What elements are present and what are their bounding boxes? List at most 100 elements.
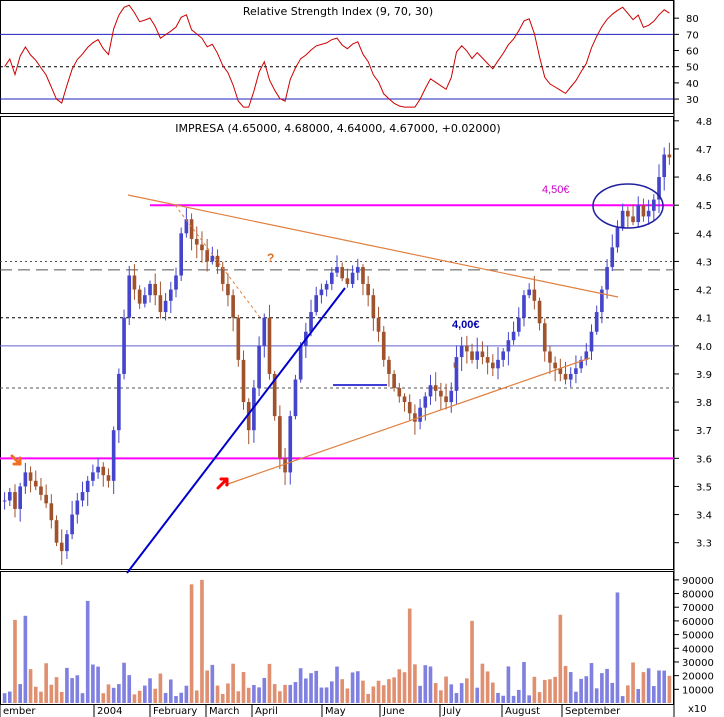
volume-bar [18, 684, 22, 703]
volume-tick-label: 60000 [682, 617, 714, 628]
candle-body [594, 312, 599, 332]
volume-bar [39, 691, 43, 703]
volume-bar [314, 670, 319, 703]
volume-bar [418, 685, 422, 703]
volume-bar [439, 690, 443, 703]
candle-body [610, 247, 615, 268]
month-label: July [442, 706, 461, 717]
volume-bar [465, 678, 469, 703]
candle-body [407, 402, 412, 414]
candle-body [85, 480, 90, 493]
red-arrow [216, 477, 229, 490]
candle-body [646, 210, 651, 217]
candle-body [39, 486, 43, 495]
volume-bar [335, 666, 339, 703]
volume-bar [298, 668, 303, 703]
candle-body [376, 317, 381, 332]
candle-body [501, 351, 506, 360]
volume-bar [59, 691, 64, 703]
rsi-tick-label: 40 [686, 79, 699, 90]
candle-body [459, 345, 464, 358]
candle-body [200, 244, 204, 251]
volume-tick-label: 80000 [682, 590, 714, 601]
candle-body [626, 210, 630, 217]
candle-body [257, 345, 261, 388]
candle-body [439, 390, 443, 397]
volume-bar [615, 592, 620, 703]
volume-bar [231, 663, 235, 703]
volume-bar [522, 661, 526, 703]
candle-body [350, 272, 355, 284]
candle-body [371, 295, 376, 318]
panel-frames [0, 0, 675, 717]
volume-bar [413, 664, 417, 703]
price-tick-label: 4.7 [696, 145, 712, 156]
volume-bar [376, 680, 381, 703]
price-tick-label: 3.4 [696, 511, 712, 522]
candle-body [210, 255, 215, 262]
price-tick-label: 3.5 [696, 482, 712, 493]
resistance-label: 4,50€ [542, 184, 570, 196]
candle-body [75, 500, 80, 515]
volume-bar [215, 685, 220, 703]
price-tick-label: 4.8 [696, 117, 712, 128]
volume-bar [70, 678, 74, 703]
candle-body [132, 275, 137, 290]
candle-body [324, 283, 329, 290]
candle-body [418, 407, 422, 422]
candle-body [402, 396, 407, 403]
volume-bar [174, 696, 178, 703]
volume-bar [179, 692, 184, 703]
volume-bar [132, 694, 137, 703]
candle-body [490, 362, 495, 369]
volume-bar [662, 670, 667, 703]
volume-bar [667, 675, 672, 703]
candle-body [309, 312, 313, 332]
volume-bar [267, 663, 272, 703]
volume-bar [111, 687, 116, 703]
rsi-line [4, 4, 670, 108]
volume-bar [189, 584, 194, 703]
volume-bar [516, 689, 521, 703]
candle-body [122, 317, 126, 374]
volume-bar [163, 692, 168, 703]
candle-body [168, 289, 173, 301]
volume-bar [101, 693, 106, 703]
question-mark: ? [267, 251, 274, 265]
axis-layer: 4.8 4.7 4.6 4.5 4.4 4.3 4.2 4.1 4.0 3.9 3.8 3.7 3.6 3… [0, 14, 714, 717]
candle-body [189, 219, 194, 239]
volume-bar [366, 693, 370, 703]
volume-bar [537, 692, 542, 703]
rsi-title: Relative Strength Index (9, 70, 30) [243, 5, 433, 18]
volume-bar [7, 691, 12, 703]
volume-bar [122, 662, 126, 703]
volume-bar [636, 689, 641, 703]
volume-bar [355, 671, 360, 703]
volume-bar [548, 679, 552, 703]
volume-bar [423, 665, 428, 703]
volume-tick-label: 20000 [682, 672, 714, 683]
candle-body [194, 238, 199, 245]
volume-bar [433, 683, 438, 703]
volume-bar [459, 683, 464, 703]
volume-bar [28, 669, 33, 703]
volume-tick-label: 90000 [682, 576, 714, 587]
candle-body [449, 390, 454, 403]
u-mark: u [453, 360, 459, 371]
candle-body [335, 267, 339, 273]
volume-bar [205, 670, 209, 703]
candle-body [111, 430, 116, 481]
volume-bar [470, 620, 474, 703]
candle-body [106, 475, 111, 481]
volume-bar [558, 614, 563, 703]
volume-tick-label: 30000 [682, 658, 714, 669]
candle-body [537, 300, 542, 324]
candle-body [516, 317, 521, 332]
blue-trendline [126, 287, 346, 574]
volume-bar [304, 678, 308, 703]
candle-body [542, 323, 547, 352]
volume-bar [262, 677, 267, 703]
volume-bar [496, 692, 500, 703]
dashed-trendline [174, 204, 263, 321]
candle-body [527, 289, 531, 296]
